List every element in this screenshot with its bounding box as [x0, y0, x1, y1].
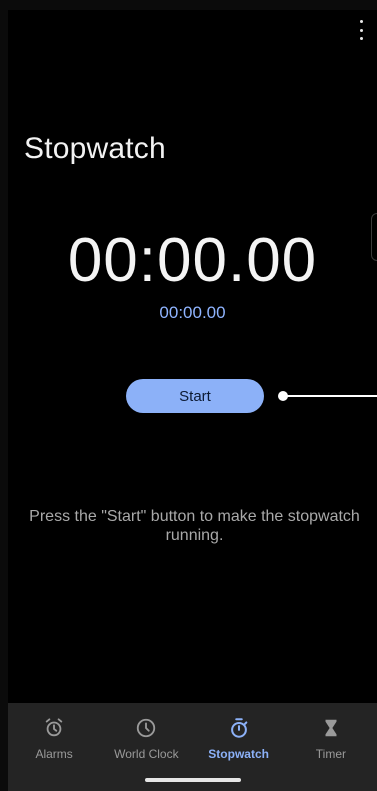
nav-label-timer: Timer — [315, 747, 346, 761]
more-options-button[interactable] — [357, 20, 365, 40]
alarm-icon — [43, 717, 65, 739]
stopwatch-icon — [228, 717, 250, 739]
clock-icon — [135, 717, 157, 739]
page-title: Stopwatch — [24, 132, 166, 165]
hourglass-icon — [320, 717, 342, 739]
slider-track — [284, 395, 377, 397]
nav-item-timer[interactable]: Timer — [285, 703, 377, 773]
slider-handle[interactable] — [278, 391, 288, 401]
nav-label-stopwatch: Stopwatch — [208, 747, 269, 761]
more-vert-icon — [359, 20, 363, 23]
hint-text: Press the "Start" button to make the sto… — [29, 508, 360, 544]
stopwatch-screen: Stopwatch 00:00.00 00:00.00 Start Press … — [8, 10, 377, 791]
home-indicator[interactable] — [145, 778, 241, 782]
nav-item-world-clock[interactable]: World Clock — [100, 703, 192, 773]
nav-label-world-clock: World Clock — [114, 747, 179, 761]
start-button[interactable]: Start — [126, 379, 264, 413]
bottom-navigation: Alarms World Clock Stopwatch Timer — [8, 703, 377, 791]
lap-time-display: 00:00.00 — [159, 303, 226, 322]
nav-item-stopwatch[interactable]: Stopwatch — [193, 703, 285, 773]
nav-item-alarms[interactable]: Alarms — [8, 703, 100, 773]
nav-label-alarms: Alarms — [35, 747, 73, 761]
main-time-display: 00:00.00 — [67, 226, 318, 295]
